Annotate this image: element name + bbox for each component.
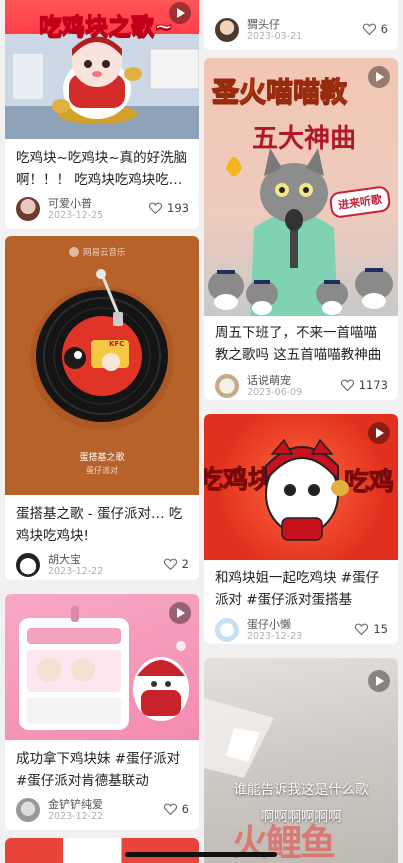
avatar[interactable] <box>16 553 40 577</box>
post-date: 2023-12-22 <box>48 566 104 577</box>
card-title[interactable]: 吃鸡块~吃鸡块~真的好洗脑啊！！！ 吃鸡块吃鸡块吃鸡块 <box>16 147 191 191</box>
like-button[interactable]: 6 <box>163 802 189 816</box>
brand-text: 网易云音乐 <box>83 248 126 258</box>
avatar[interactable] <box>16 197 40 221</box>
author-name[interactable]: 话说萌宠 <box>247 372 291 388</box>
heart-icon <box>163 803 177 815</box>
like-button[interactable]: 15 <box>355 622 388 636</box>
card-cover-image[interactable] <box>5 594 199 740</box>
like-count: 2 <box>181 557 189 571</box>
play-icon <box>368 422 390 444</box>
author-name[interactable]: 猬头仔 <box>247 16 280 32</box>
feed-card[interactable]: 吃鸡块 吃鸡 和鸡块姐一起吃鸡块 #蛋仔派对 #蛋仔派对蛋搭基 蛋仔小懒 202… <box>204 414 398 644</box>
card-meta: 可爱小普 2023-12-25 193 <box>16 195 189 223</box>
heart-icon <box>355 623 369 635</box>
card-title[interactable]: 蛋搭基之歌 - 蛋仔派对… 吃鸡块吃鸡块! <box>16 503 191 547</box>
card-title[interactable]: 周五下班了，不来一首喵喵教之歌吗 这五首喵喵教神曲 <box>215 322 390 366</box>
video-feed: 吃鸡块之歌~ 吃鸡块~吃鸡块~真的好洗脑啊！！！ 吃鸡块吃鸡块吃鸡块 可爱小普 … <box>0 0 403 863</box>
play-icon <box>368 66 390 88</box>
author-name[interactable]: 胡大宝 <box>48 551 81 567</box>
play-icon <box>169 2 191 24</box>
feed-card-peek[interactable] <box>5 838 199 863</box>
avatar[interactable] <box>16 798 40 822</box>
card-cover-image[interactable]: 网易云音乐 KFC 蛋搭基之歌 蛋仔派对 <box>5 236 199 495</box>
card-title[interactable]: 和鸡块姐一起吃鸡块 #蛋仔派对 #蛋仔派对蛋搭基 <box>215 567 390 611</box>
avatar[interactable] <box>215 618 239 642</box>
play-icon <box>169 602 191 624</box>
heart-icon <box>149 202 163 214</box>
like-count: 1173 <box>358 378 388 392</box>
card-meta: 金铲铲纯爱 2023-12-22 6 <box>16 796 189 824</box>
cover-title-text: 吃鸡块之歌~ <box>38 14 174 41</box>
author-name[interactable]: 蛋仔小懒 <box>247 616 291 632</box>
card-meta: 蛋仔小懒 2023-12-23 15 <box>215 616 388 644</box>
post-date: 2023-12-23 <box>247 631 303 642</box>
card-cover-image[interactable]: 吃鸡块之歌~ <box>5 0 199 139</box>
watermark-text: 火鲤鱼 <box>232 823 336 863</box>
post-date: 2023-12-25 <box>48 210 104 221</box>
card-cover-image[interactable]: 吃鸡块 吃鸡 <box>204 414 398 560</box>
like-count: 6 <box>380 22 388 36</box>
card-title[interactable]: 成功拿下鸡块妹 #蛋仔派对 #蛋仔派对肯德基联动 <box>16 748 191 792</box>
like-button[interactable]: 1173 <box>340 378 388 392</box>
like-button[interactable]: 193 <box>149 201 189 215</box>
card-meta: 话说萌宠 2023-06-09 1173 <box>215 372 388 400</box>
feed-card[interactable]: 吃鸡块之歌~ 吃鸡块~吃鸡块~真的好洗脑啊！！！ 吃鸡块吃鸡块吃鸡块 可爱小普 … <box>5 0 199 229</box>
like-count: 6 <box>181 802 189 816</box>
post-date: 2023-03-21 <box>247 31 303 42</box>
feed-card[interactable]: 成功拿下鸡块妹 #蛋仔派对 #蛋仔派对肯德基联动 金铲铲纯爱 2023-12-2… <box>5 594 199 830</box>
author-name[interactable]: 金铲铲纯爱 <box>48 796 103 812</box>
play-icon <box>368 670 390 692</box>
author-name[interactable]: 可爱小普 <box>48 195 92 211</box>
post-date: 2023-12-22 <box>48 811 104 822</box>
like-count: 15 <box>373 622 388 636</box>
home-indicator[interactable] <box>125 852 277 857</box>
feed-card[interactable]: 网易云音乐 KFC 蛋搭基之歌 蛋仔派对 蛋搭基之歌 - 蛋仔派对… 吃鸡块吃鸡… <box>5 236 199 580</box>
card-cover-image[interactable]: 圣火喵喵教 五大神曲 进来听歌 <box>204 58 398 316</box>
like-button[interactable]: 6 <box>362 22 388 36</box>
cover-artist: 蛋仔派对 <box>86 466 118 475</box>
heart-icon <box>163 558 177 570</box>
avatar[interactable] <box>215 374 239 398</box>
like-button[interactable]: 2 <box>163 557 189 571</box>
heart-icon <box>362 23 376 35</box>
feed-card[interactable]: 猬头仔 2023-03-21 6 <box>204 0 398 50</box>
card-meta: 胡大宝 2023-12-22 2 <box>16 551 189 579</box>
like-count: 193 <box>167 201 189 215</box>
netease-music-icon <box>69 247 79 257</box>
post-date: 2023-06-09 <box>247 387 303 398</box>
cover-song-title: 蛋搭基之歌 <box>79 453 125 463</box>
heart-icon <box>340 379 354 391</box>
feed-card[interactable]: 圣火喵喵教 五大神曲 进来听歌 周五下班了，不来一首喵喵教之歌吗 这五首喵喵教神… <box>204 58 398 400</box>
avatar[interactable] <box>215 18 239 42</box>
record-label: KFC <box>109 340 125 348</box>
card-meta: 猬头仔 2023-03-21 6 <box>215 16 388 44</box>
cover-caption: 谁能告诉我这是什么歌 <box>233 782 369 798</box>
